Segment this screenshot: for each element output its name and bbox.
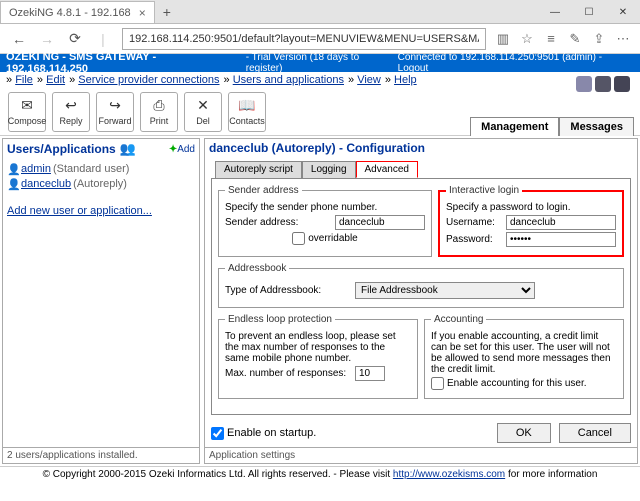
close-tab-icon[interactable]: × [139, 6, 146, 20]
username-input[interactable] [506, 215, 616, 230]
connected-text: Connected to 192.168.114.250:9501 (admin… [398, 52, 602, 63]
cancel-button[interactable]: Cancel [559, 423, 631, 443]
app-header: OZEKI NG - SMS GATEWAY - 192.168.114.250… [0, 54, 640, 72]
accounting-desc: If you enable accounting, a credit limit… [431, 331, 617, 375]
user-icon: 👤 [7, 163, 21, 176]
ok-button[interactable]: OK [497, 423, 551, 443]
copyright-bar: © Copyright 2000-2015 Ozeki Informatics … [0, 466, 640, 482]
add-user-link[interactable]: Add new user or application... [7, 205, 152, 217]
app-title: OZEKI NG - SMS GATEWAY - 192.168.114.250 [6, 51, 240, 75]
loop-input[interactable] [355, 366, 385, 381]
print-button[interactable]: ⎙Print [140, 92, 178, 132]
accounting-checkbox[interactable] [431, 377, 444, 390]
back-button[interactable]: ← [6, 27, 32, 51]
tab-management[interactable]: Management [470, 117, 559, 136]
delete-icon: ✕ [197, 97, 209, 114]
addressbook-legend: Addressbook [225, 263, 289, 274]
reading-icon[interactable]: ▥ [492, 28, 514, 50]
contacts-icon: 📖 [238, 97, 255, 114]
startup-checkbox[interactable] [211, 427, 224, 440]
overridable-checkbox[interactable] [292, 232, 305, 245]
sender-input[interactable] [335, 215, 425, 230]
delete-button[interactable]: ✕Del [184, 92, 222, 132]
hub-icon[interactable]: ≡ [540, 28, 562, 50]
copyright-link[interactable]: http://www.ozekisms.com [393, 469, 505, 480]
print-icon: ⎙ [153, 97, 164, 114]
loop-desc: To prevent an endless loop, please set t… [225, 331, 411, 364]
sender-legend: Sender address [225, 185, 302, 196]
users-footer: 2 users/applications installed. [3, 447, 199, 463]
menu-help[interactable]: Help [394, 74, 417, 86]
overridable-label: overridable [308, 233, 357, 244]
note-icon[interactable]: ✎ [564, 28, 586, 50]
logout-link[interactable]: Logout [398, 63, 429, 74]
tab-logging[interactable]: Logging [302, 161, 356, 178]
tab-messages[interactable]: Messages [559, 117, 634, 136]
menu-users[interactable]: Users and applications [233, 74, 344, 86]
compose-icon: ✉ [21, 97, 33, 114]
toolbar: ✉Compose ↩Reply ↪Forward ⎙Print ✕Del 📖Co… [0, 88, 640, 136]
trial-text: - Trial Version (18 days to register) [246, 52, 398, 74]
separator: | [90, 27, 116, 51]
users-icon: 👥 [120, 141, 136, 157]
app-settings-footer: Application settings [205, 447, 637, 463]
more-icon[interactable]: ⋯ [612, 28, 634, 50]
reply-button[interactable]: ↩Reply [52, 92, 90, 132]
password-label: Password: [446, 234, 506, 245]
share-icon[interactable]: ⇪ [588, 28, 610, 50]
loop-legend: Endless loop protection [225, 314, 335, 325]
accounting-label: Enable accounting for this user. [447, 378, 587, 389]
forward-button[interactable]: ↪Forward [96, 92, 134, 132]
forward-button[interactable]: → [34, 27, 60, 51]
window-minimize-icon[interactable]: — [538, 1, 572, 23]
login-desc: Specify a password to login. [446, 202, 616, 213]
accounting-legend: Accounting [431, 314, 486, 325]
config-title: danceclub (Autoreply) - Configuration [205, 139, 637, 157]
favorite-icon[interactable]: ☆ [516, 28, 538, 50]
user-row-admin[interactable]: 👤 admin (Standard user) [7, 163, 195, 176]
refresh-button[interactable]: ⟳ [62, 27, 88, 51]
menu-bar: » File » Edit » Service provider connect… [0, 72, 640, 88]
menu-view[interactable]: View [357, 74, 381, 86]
loop-label: Max. number of responses: [225, 368, 355, 379]
tab-autoreply-script[interactable]: Autoreply script [215, 161, 302, 178]
menu-file[interactable]: File [15, 74, 33, 86]
startup-label: Enable on startup. [227, 427, 316, 439]
browser-tab-title: OzekiNG 4.8.1 - 192.168 [9, 7, 131, 19]
sender-label: Sender address: [225, 217, 335, 228]
browser-tab[interactable]: OzekiNG 4.8.1 - 192.168 × [0, 1, 155, 23]
window-maximize-icon[interactable]: ☐ [572, 1, 606, 23]
forward-icon: ↪ [109, 97, 121, 114]
menu-edit[interactable]: Edit [46, 74, 65, 86]
window-close-icon[interactable]: ✕ [606, 1, 640, 23]
sender-desc: Specify the sender phone number. [225, 202, 425, 213]
compose-button[interactable]: ✉Compose [8, 92, 46, 132]
user-icon: 👤 [7, 178, 21, 191]
add-user-button[interactable]: ✦Add [169, 144, 195, 155]
plus-icon: ✦ [169, 144, 177, 155]
new-tab-button[interactable]: + [155, 1, 179, 23]
contacts-button[interactable]: 📖Contacts [228, 92, 266, 132]
login-legend: Interactive login [446, 185, 522, 196]
users-panel-title: Users/Applications [7, 142, 116, 156]
password-input[interactable] [506, 232, 616, 247]
tab-advanced[interactable]: Advanced [356, 161, 418, 178]
menu-spc[interactable]: Service provider connections [78, 74, 219, 86]
username-label: Username: [446, 217, 506, 228]
url-bar[interactable] [122, 28, 486, 50]
addressbook-label: Type of Addressbook: [225, 285, 355, 296]
addressbook-select[interactable]: File Addressbook [355, 282, 535, 299]
reply-icon: ↩ [65, 97, 77, 114]
user-row-danceclub[interactable]: 👤 danceclub (Autoreply) [7, 178, 195, 191]
